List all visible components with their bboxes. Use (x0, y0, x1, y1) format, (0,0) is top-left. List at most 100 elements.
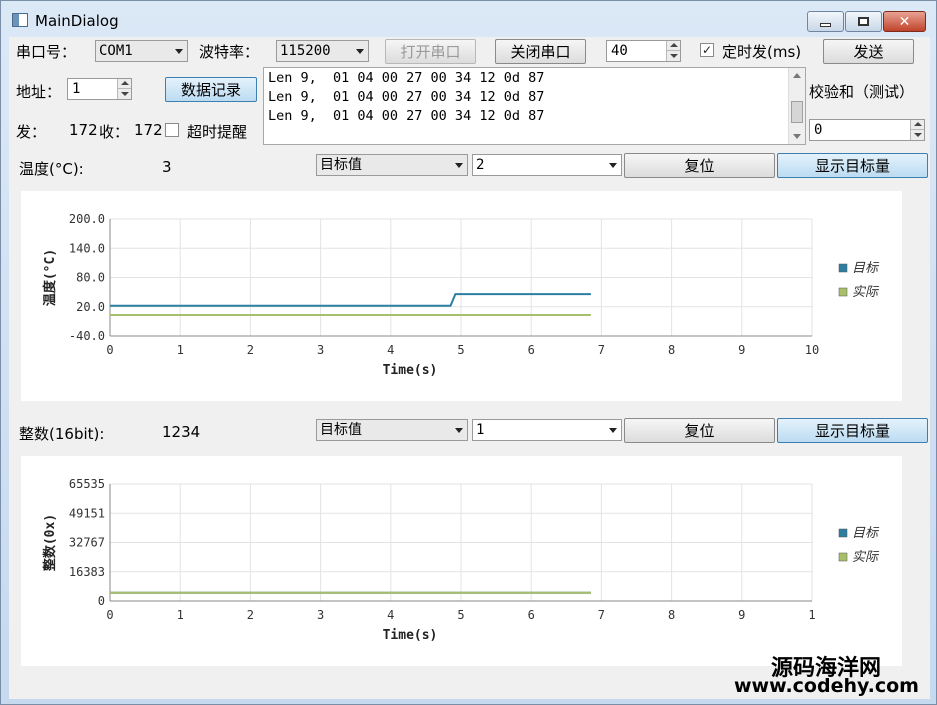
timeout-checkbox[interactable] (165, 123, 179, 137)
baud-label: 波特率： (199, 43, 260, 61)
spin-up-icon[interactable] (910, 120, 924, 130)
spin-down-icon[interactable] (666, 51, 680, 61)
temperature-value: 3 (162, 158, 172, 176)
x-tick-label: 1 (177, 608, 184, 622)
x-tick-label: 9 (738, 343, 745, 357)
minimize-icon (820, 22, 831, 27)
x-tick-label: 2 (247, 343, 254, 357)
temp-mode-value: 目标值 (320, 157, 362, 173)
x-tick-label: 5 (457, 608, 464, 622)
minimize-button[interactable] (807, 11, 844, 32)
legend-label: 目标 (852, 261, 880, 276)
open-port-button[interactable]: 打开串口 (385, 39, 476, 64)
baud-select-value: 115200 (280, 43, 331, 59)
chevron-down-icon (455, 163, 463, 168)
legend-label: 目标 (852, 526, 880, 541)
close-port-button[interactable]: 关闭串口 (495, 39, 586, 64)
port-select-value: COM1 (99, 43, 133, 59)
send-button[interactable]: 发送 (823, 39, 914, 64)
y-tick-label: 16383 (69, 565, 105, 579)
scroll-up-icon[interactable] (793, 73, 801, 78)
scroll-thumb[interactable] (791, 101, 803, 123)
temperature-chart-panel: 200.0 140.0 80.0 20.0 -40.0 0 1 2 3 4 5 6 7 8 9 10 Time(… (21, 191, 902, 401)
x-tick-label: 7 (598, 608, 605, 622)
timer-checkbox[interactable]: ✓ (700, 43, 714, 57)
temperature-label: 温度(°C): (19, 160, 84, 178)
temp-show-target-button[interactable]: 显示目标量 (777, 153, 928, 178)
x-axis-title: Time(s) (383, 628, 438, 643)
legend-swatch (838, 552, 848, 562)
checksum-label: 校验和（测试） (809, 83, 915, 101)
log-line: Len 9, 01 04 00 27 00 34 12 0d 87 (268, 108, 545, 124)
chevron-down-icon (609, 428, 617, 433)
temp-value-input[interactable]: 2 (472, 154, 622, 176)
temp-input-value: 2 (476, 157, 485, 173)
watermark-url: www.codehy.com (734, 675, 919, 697)
y-tick-label: 32767 (69, 536, 105, 550)
int-value-input[interactable]: 1 (472, 419, 622, 441)
chevron-down-icon (609, 163, 617, 168)
x-tick-label: 1 (808, 608, 815, 622)
checksum-spinbox[interactable]: 0 (809, 119, 925, 141)
x-tick-label: 3 (317, 343, 324, 357)
main-dialog-window: MainDialog ✕ 串口号： COM1 波特率： 115200 打开串口 … (0, 0, 937, 705)
x-tick-label: 2 (247, 608, 254, 622)
timeout-label: 超时提醒 (187, 123, 248, 141)
port-select[interactable]: COM1 (95, 40, 188, 62)
integer-label: 整数(16bit): (19, 425, 105, 443)
y-axis-title: 温度(°C) (42, 249, 58, 306)
y-tick-label: 80.0 (76, 271, 105, 285)
y-tick-label: 0 (98, 594, 105, 608)
close-button[interactable]: ✕ (883, 11, 926, 32)
chevron-down-icon (175, 49, 183, 54)
x-tick-label: 8 (668, 608, 675, 622)
close-icon: ✕ (898, 13, 911, 30)
integer-value: 1234 (162, 423, 201, 441)
temp-reset-button[interactable]: 复位 (624, 153, 775, 178)
data-record-button[interactable]: 数据记录 (165, 77, 257, 102)
legend-label: 实际 (852, 284, 880, 300)
legend-swatch (838, 287, 848, 297)
spin-down-icon[interactable] (117, 89, 131, 99)
sent-label: 发： (16, 123, 47, 141)
spin-down-icon[interactable] (910, 130, 924, 140)
scroll-down-icon[interactable] (793, 134, 801, 139)
legend-swatch (838, 528, 848, 538)
recv-label: 收： (99, 123, 130, 141)
y-tick-label: 200.0 (69, 212, 105, 226)
spin-up-icon[interactable] (666, 41, 680, 51)
port-label: 串口号： (16, 43, 77, 61)
x-tick-label: 8 (668, 343, 675, 357)
title-bar[interactable]: MainDialog ✕ (1, 1, 936, 37)
checksum-value: 0 (814, 122, 823, 138)
integer-chart-panel: 65535 49151 32767 16383 0 0 1 2 3 4 5 6 7 8 9 1 Time(s) 整… (21, 456, 902, 666)
address-label: 地址： (16, 83, 62, 101)
int-show-target-button[interactable]: 显示目标量 (777, 418, 928, 443)
app-icon (12, 13, 28, 27)
log-line: Len 9, 01 04 00 27 00 34 12 0d 87 (268, 89, 545, 105)
int-mode-select[interactable]: 目标值 (316, 419, 468, 441)
log-scrollbar[interactable] (788, 68, 805, 144)
timer-label: 定时发(ms) (722, 43, 802, 61)
y-tick-label: 49151 (69, 506, 105, 520)
recv-count: 172 (134, 121, 163, 139)
interval-spinbox[interactable]: 40 (606, 40, 681, 62)
x-tick-label: 3 (317, 608, 324, 622)
int-reset-button[interactable]: 复位 (624, 418, 775, 443)
x-axis-title: Time(s) (383, 363, 438, 378)
spin-up-icon[interactable] (117, 79, 131, 89)
maximize-button[interactable] (845, 11, 882, 32)
x-tick-label: 0 (106, 343, 113, 357)
x-tick-label: 0 (106, 608, 113, 622)
address-spinbox[interactable]: 1 (67, 78, 132, 100)
series-line-0 (110, 293, 591, 307)
temp-mode-select[interactable]: 目标值 (316, 154, 468, 176)
int-input-value: 1 (476, 422, 485, 438)
baud-select[interactable]: 115200 (276, 40, 369, 62)
x-tick-label: 5 (457, 343, 464, 357)
receive-log[interactable]: Len 9, 01 04 00 27 00 34 12 0d 87 Len 9,… (263, 67, 806, 145)
log-line: Len 9, 01 04 00 27 00 34 12 0d 87 (268, 70, 545, 86)
temperature-chart: 200.0 140.0 80.0 20.0 -40.00 1 2 3 4 5 6 7 8 9 10 Time(… (42, 212, 880, 378)
x-tick-label: 1 (177, 343, 184, 357)
x-tick-label: 9 (738, 608, 745, 622)
